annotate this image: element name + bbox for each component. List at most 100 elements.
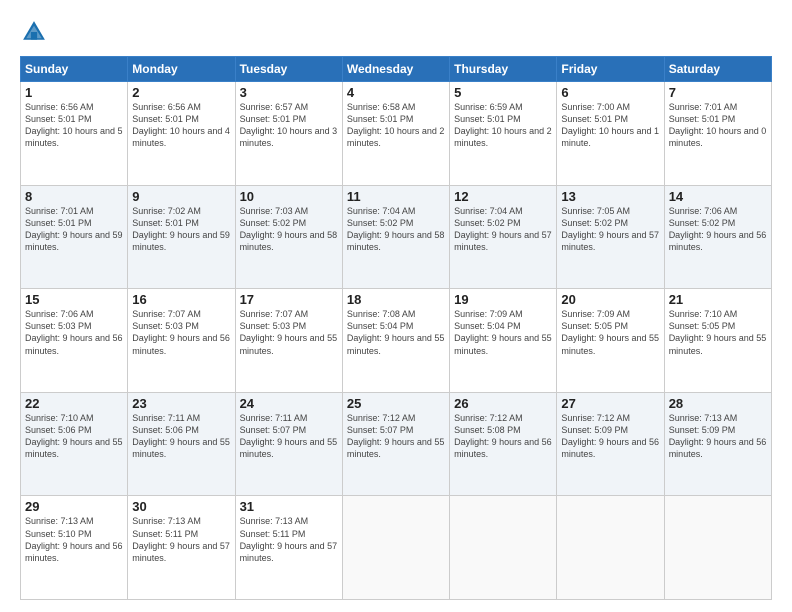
- calendar-day-cell: 18Sunrise: 7:08 AMSunset: 5:04 PMDayligh…: [342, 289, 449, 393]
- calendar-day-cell: [664, 496, 771, 600]
- day-info: Sunrise: 7:12 AMSunset: 5:08 PMDaylight:…: [454, 413, 552, 459]
- calendar-day-cell: 2Sunrise: 6:56 AMSunset: 5:01 PMDaylight…: [128, 82, 235, 186]
- day-info: Sunrise: 7:04 AMSunset: 5:02 PMDaylight:…: [454, 206, 552, 252]
- calendar-day-cell: 3 Sunrise: 6:57 AMSunset: 5:01 PMDaylight…: [235, 82, 342, 186]
- calendar-table: SundayMondayTuesdayWednesdayThursdayFrid…: [20, 56, 772, 600]
- day-number: 18: [347, 292, 445, 307]
- calendar-week-row: 22 Sunrise: 7:10 AMSunset: 5:06 PMDayligh…: [21, 392, 772, 496]
- day-number: 9: [132, 189, 230, 204]
- calendar-day-cell: 23 Sunrise: 7:11 AMSunset: 5:06 PMDayligh…: [128, 392, 235, 496]
- day-info: Sunrise: 7:12 AMSunset: 5:07 PMDaylight:…: [347, 413, 445, 459]
- calendar-header-row: SundayMondayTuesdayWednesdayThursdayFrid…: [21, 57, 772, 82]
- calendar-day-cell: [557, 496, 664, 600]
- day-of-week-header: Wednesday: [342, 57, 449, 82]
- day-number: 11: [347, 189, 445, 204]
- calendar-day-cell: 19 Sunrise: 7:09 AMSunset: 5:04 PMDayligh…: [450, 289, 557, 393]
- calendar-day-cell: 27 Sunrise: 7:12 AMSunset: 5:09 PMDayligh…: [557, 392, 664, 496]
- day-number: 25: [347, 396, 445, 411]
- day-number: 27: [561, 396, 659, 411]
- day-number: 13: [561, 189, 659, 204]
- day-info: Sunrise: 7:06 AMSunset: 5:03 PMDaylight:…: [25, 309, 123, 355]
- day-of-week-header: Saturday: [664, 57, 771, 82]
- day-of-week-header: Tuesday: [235, 57, 342, 82]
- calendar-day-cell: [450, 496, 557, 600]
- logo: [20, 18, 52, 46]
- calendar-day-cell: [342, 496, 449, 600]
- page: SundayMondayTuesdayWednesdayThursdayFrid…: [0, 0, 792, 612]
- calendar-week-row: 29 Sunrise: 7:13 AMSunset: 5:10 PMDayligh…: [21, 496, 772, 600]
- calendar-day-cell: 7Sunrise: 7:01 AMSunset: 5:01 PMDaylight…: [664, 82, 771, 186]
- calendar-day-cell: 17Sunrise: 7:07 AMSunset: 5:03 PMDayligh…: [235, 289, 342, 393]
- day-number: 31: [240, 499, 338, 514]
- calendar-day-cell: 16Sunrise: 7:07 AMSunset: 5:03 PMDayligh…: [128, 289, 235, 393]
- day-of-week-header: Thursday: [450, 57, 557, 82]
- day-number: 3: [240, 85, 338, 100]
- day-number: 17: [240, 292, 338, 307]
- calendar-day-cell: 8 Sunrise: 7:01 AMSunset: 5:01 PMDaylight…: [21, 185, 128, 289]
- day-number: 30: [132, 499, 230, 514]
- day-info: Sunrise: 7:13 AMSunset: 5:10 PMDaylight:…: [25, 516, 123, 562]
- calendar-week-row: 8 Sunrise: 7:01 AMSunset: 5:01 PMDaylight…: [21, 185, 772, 289]
- day-of-week-header: Friday: [557, 57, 664, 82]
- day-info: Sunrise: 6:57 AMSunset: 5:01 PMDaylight:…: [240, 102, 338, 148]
- day-number: 23: [132, 396, 230, 411]
- day-number: 1: [25, 85, 123, 100]
- day-number: 7: [669, 85, 767, 100]
- day-info: Sunrise: 7:09 AMSunset: 5:04 PMDaylight:…: [454, 309, 552, 355]
- calendar-day-cell: 5Sunrise: 6:59 AMSunset: 5:01 PMDaylight…: [450, 82, 557, 186]
- day-number: 29: [25, 499, 123, 514]
- day-info: Sunrise: 7:10 AMSunset: 5:06 PMDaylight:…: [25, 413, 123, 459]
- day-info: Sunrise: 7:11 AMSunset: 5:07 PMDaylight:…: [240, 413, 338, 459]
- day-number: 19: [454, 292, 552, 307]
- day-info: Sunrise: 7:13 AMSunset: 5:09 PMDaylight:…: [669, 413, 767, 459]
- day-number: 8: [25, 189, 123, 204]
- calendar-day-cell: 30 Sunrise: 7:13 AMSunset: 5:11 PMDayligh…: [128, 496, 235, 600]
- day-number: 28: [669, 396, 767, 411]
- day-info: Sunrise: 7:11 AMSunset: 5:06 PMDaylight:…: [132, 413, 230, 459]
- day-number: 12: [454, 189, 552, 204]
- calendar-day-cell: 9 Sunrise: 7:02 AMSunset: 5:01 PMDaylight…: [128, 185, 235, 289]
- day-info: Sunrise: 7:12 AMSunset: 5:09 PMDaylight:…: [561, 413, 659, 459]
- calendar-day-cell: 25 Sunrise: 7:12 AMSunset: 5:07 PMDayligh…: [342, 392, 449, 496]
- day-info: Sunrise: 7:13 AMSunset: 5:11 PMDaylight:…: [132, 516, 230, 562]
- calendar-day-cell: 4Sunrise: 6:58 AMSunset: 5:01 PMDaylight…: [342, 82, 449, 186]
- day-number: 24: [240, 396, 338, 411]
- day-info: Sunrise: 7:06 AMSunset: 5:02 PMDaylight:…: [669, 206, 767, 252]
- calendar-day-cell: 15 Sunrise: 7:06 AMSunset: 5:03 PMDayligh…: [21, 289, 128, 393]
- day-number: 14: [669, 189, 767, 204]
- calendar-day-cell: 26 Sunrise: 7:12 AMSunset: 5:08 PMDayligh…: [450, 392, 557, 496]
- day-number: 10: [240, 189, 338, 204]
- calendar-day-cell: 6 Sunrise: 7:00 AMSunset: 5:01 PMDaylight…: [557, 82, 664, 186]
- day-info: Sunrise: 7:00 AMSunset: 5:01 PMDaylight:…: [561, 102, 659, 148]
- day-info: Sunrise: 7:10 AMSunset: 5:05 PMDaylight:…: [669, 309, 767, 355]
- day-number: 20: [561, 292, 659, 307]
- day-of-week-header: Monday: [128, 57, 235, 82]
- day-number: 22: [25, 396, 123, 411]
- day-info: Sunrise: 6:58 AMSunset: 5:01 PMDaylight:…: [347, 102, 445, 148]
- day-of-week-header: Sunday: [21, 57, 128, 82]
- calendar-day-cell: 13 Sunrise: 7:05 AMSunset: 5:02 PMDayligh…: [557, 185, 664, 289]
- day-number: 21: [669, 292, 767, 307]
- calendar-day-cell: 28 Sunrise: 7:13 AMSunset: 5:09 PMDayligh…: [664, 392, 771, 496]
- calendar-day-cell: 24 Sunrise: 7:11 AMSunset: 5:07 PMDayligh…: [235, 392, 342, 496]
- day-info: Sunrise: 6:56 AMSunset: 5:01 PMDaylight:…: [25, 102, 123, 148]
- logo-icon: [20, 18, 48, 46]
- day-info: Sunrise: 7:03 AMSunset: 5:02 PMDaylight:…: [240, 206, 338, 252]
- calendar-day-cell: 20 Sunrise: 7:09 AMSunset: 5:05 PMDayligh…: [557, 289, 664, 393]
- calendar-day-cell: 29 Sunrise: 7:13 AMSunset: 5:10 PMDayligh…: [21, 496, 128, 600]
- calendar-day-cell: 31Sunrise: 7:13 AMSunset: 5:11 PMDayligh…: [235, 496, 342, 600]
- calendar-day-cell: 22 Sunrise: 7:10 AMSunset: 5:06 PMDayligh…: [21, 392, 128, 496]
- day-info: Sunrise: 7:02 AMSunset: 5:01 PMDaylight:…: [132, 206, 230, 252]
- calendar-day-cell: 10 Sunrise: 7:03 AMSunset: 5:02 PMDayligh…: [235, 185, 342, 289]
- day-info: Sunrise: 7:09 AMSunset: 5:05 PMDaylight:…: [561, 309, 659, 355]
- day-number: 16: [132, 292, 230, 307]
- day-number: 6: [561, 85, 659, 100]
- day-info: Sunrise: 7:01 AMSunset: 5:01 PMDaylight:…: [25, 206, 123, 252]
- day-number: 26: [454, 396, 552, 411]
- day-info: Sunrise: 7:05 AMSunset: 5:02 PMDaylight:…: [561, 206, 659, 252]
- calendar-week-row: 15 Sunrise: 7:06 AMSunset: 5:03 PMDayligh…: [21, 289, 772, 393]
- header: [20, 18, 772, 46]
- calendar-day-cell: 21 Sunrise: 7:10 AMSunset: 5:05 PMDayligh…: [664, 289, 771, 393]
- day-number: 15: [25, 292, 123, 307]
- day-info: Sunrise: 6:56 AMSunset: 5:01 PMDaylight:…: [132, 102, 230, 148]
